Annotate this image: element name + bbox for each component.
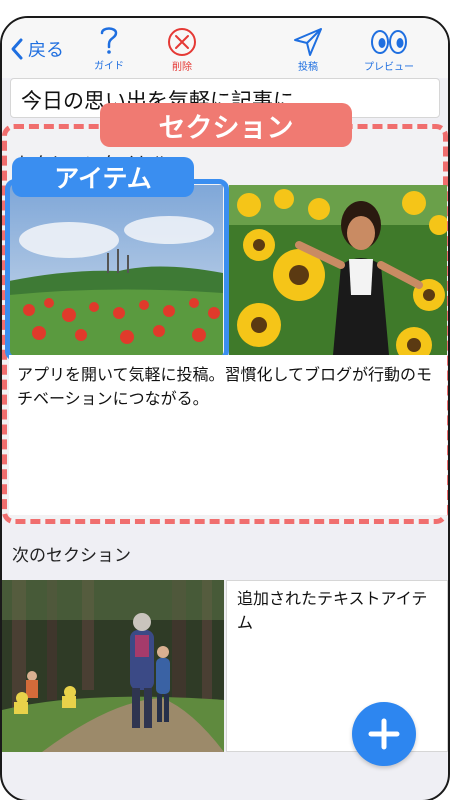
guide-label: ガイド (94, 61, 124, 72)
chevron-left-icon (11, 38, 23, 60)
mountain-flower-field-photo[interactable] (9, 185, 223, 355)
close-circle-icon (168, 28, 196, 56)
back-label: 戻る (28, 40, 64, 61)
section-annotation-label: セクション (100, 103, 352, 147)
back-button[interactable]: 戻る (10, 36, 64, 62)
post-label: 投稿 (298, 62, 318, 73)
phone-frame: 戻る ガイド 削除 投稿 プレビュー 今日の思い出を気軽に記事に アプリを開いて… (0, 16, 450, 800)
post-button[interactable]: 投稿 (292, 27, 324, 73)
delete-button[interactable]: 削除 (167, 27, 197, 73)
add-item-button[interactable] (352, 702, 416, 766)
delete-label: 削除 (172, 62, 192, 73)
section-title-2[interactable]: 次のセクション (12, 541, 131, 566)
preview-button[interactable]: プレビュー (364, 27, 414, 73)
plus-icon (368, 718, 400, 750)
send-icon (294, 28, 322, 56)
toolbar: 戻る ガイド 削除 投稿 プレビュー (2, 18, 448, 78)
question-icon (100, 27, 118, 54)
text-item[interactable]: アプリを開いて気軽に投稿。習慣化してブログが行動のモチベーションにつながる。 (9, 355, 447, 515)
preview-label: プレビュー (364, 62, 414, 73)
guide-button[interactable]: ガイド (94, 24, 124, 72)
sunflower-field-woman-photo[interactable] (229, 185, 447, 355)
item-annotation-label: アイテム (12, 157, 194, 197)
eyes-icon (371, 30, 407, 54)
forest-path-family-photo[interactable] (2, 580, 224, 752)
